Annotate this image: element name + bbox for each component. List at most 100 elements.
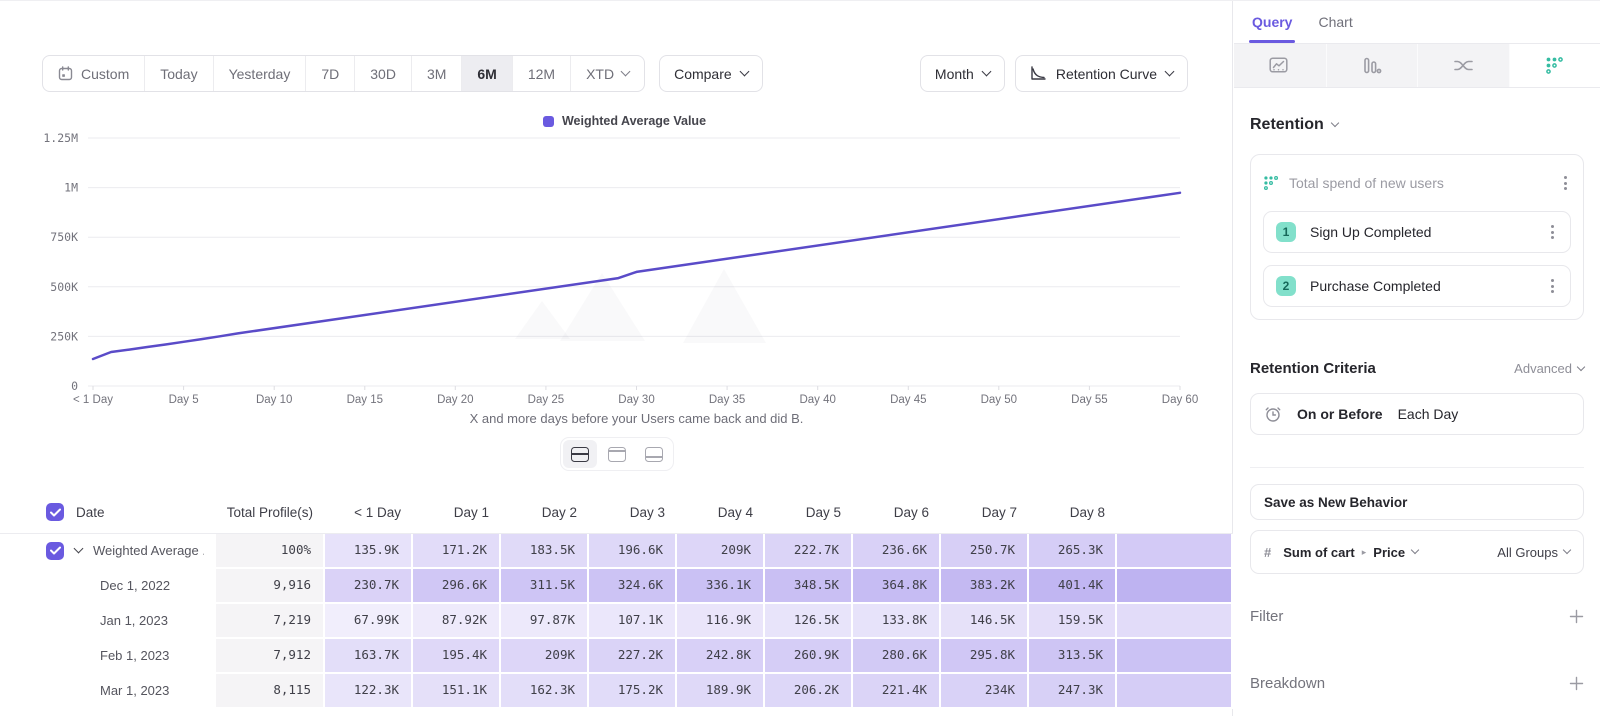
range-today-button[interactable]: Today xyxy=(144,56,212,91)
watermark-triangle xyxy=(683,269,766,343)
calendar-icon xyxy=(58,66,73,81)
add-filter-button[interactable] xyxy=(1569,609,1584,624)
tab-insights[interactable] xyxy=(1234,44,1326,87)
range-3m-button[interactable]: 3M xyxy=(411,56,461,91)
retention-value-cell: 260.9K xyxy=(765,639,853,674)
date-cell: Feb 1, 2023 xyxy=(0,639,216,674)
retention-value-cell: 280.6K xyxy=(853,639,941,674)
tab-funnels[interactable] xyxy=(1326,44,1418,87)
event-step-2[interactable]: 2 Purchase Completed xyxy=(1263,265,1571,307)
y-axis-tick: 750K xyxy=(50,230,78,244)
x-axis-tick: Day 10 xyxy=(256,394,292,406)
date-cell: Dec 1, 2022 xyxy=(0,569,216,604)
tab-query[interactable]: Query xyxy=(1252,1,1292,43)
add-breakdown-button[interactable] xyxy=(1569,676,1584,691)
criteria-window-dropdown[interactable]: Each Day xyxy=(1398,406,1459,422)
retention-value-cell-cut xyxy=(1117,534,1233,569)
tab-retention[interactable] xyxy=(1509,44,1600,87)
all-groups-dropdown[interactable]: All Groups xyxy=(1497,545,1570,560)
funnels-icon xyxy=(1362,57,1382,75)
total-profiles-cell: 8,115 xyxy=(216,674,325,709)
expand-chevron-icon[interactable] xyxy=(74,544,84,554)
step-number-badge: 1 xyxy=(1276,222,1296,242)
tab-flows[interactable] xyxy=(1417,44,1509,87)
range-xtd-button[interactable]: XTD xyxy=(570,56,644,91)
retention-value-cell: 97.87K xyxy=(501,604,589,639)
row-label[interactable]: Feb 1, 2023 xyxy=(100,640,169,672)
kebab-menu-icon[interactable] xyxy=(1547,275,1558,297)
chevron-down-icon xyxy=(1165,67,1175,77)
criteria-condition-dropdown[interactable]: On or Before xyxy=(1297,406,1383,422)
date-cell: Mar 1, 2023 xyxy=(0,674,216,709)
date-cell: Jan 1, 2023 xyxy=(0,604,216,639)
table-view-toggle[interactable] xyxy=(637,440,671,468)
row-label[interactable]: Weighted Average ... xyxy=(93,535,204,567)
chart-legend: Weighted Average Value xyxy=(0,114,1233,128)
save-as-new-behavior-button[interactable]: Save as New Behavior xyxy=(1250,484,1584,520)
range-custom-button[interactable]: Custom xyxy=(43,56,144,91)
granularity-dropdown[interactable]: Month xyxy=(920,55,1005,92)
watermark-triangle xyxy=(515,301,570,339)
chart-controls-toolbar: Month Retention Curve xyxy=(920,55,1188,92)
y-axis-tick: 500K xyxy=(50,280,78,294)
retention-value-cell: 67.99K xyxy=(325,604,413,639)
retention-value-cell: 324.6K xyxy=(589,569,677,604)
x-axis-tick: Day 30 xyxy=(618,394,654,406)
table-row: Dec 1, 20229,916230.7K296.6K311.5K324.6K… xyxy=(0,569,1233,604)
retention-value-cell: 162.3K xyxy=(501,674,589,709)
date-cell: Weighted Average ... xyxy=(0,534,216,569)
chevron-down-icon xyxy=(739,67,749,77)
retention-value-cell: 296.6K xyxy=(413,569,501,604)
retention-criteria-header: Retention Criteria Advanced xyxy=(1250,360,1584,377)
alarm-clock-icon xyxy=(1264,405,1282,423)
y-axis-tick: 250K xyxy=(50,329,78,343)
advanced-dropdown[interactable]: Advanced xyxy=(1514,361,1584,376)
range-yesterday-button[interactable]: Yesterday xyxy=(213,56,306,91)
retention-value-cell: 206.2K xyxy=(765,674,853,709)
compare-button[interactable]: Compare xyxy=(659,55,763,92)
retention-value-cell-cut xyxy=(1117,604,1233,639)
row-label[interactable]: Dec 1, 2022 xyxy=(100,570,170,602)
chevron-down-icon xyxy=(1411,546,1419,554)
row-checkbox[interactable] xyxy=(46,542,64,560)
retention-value-cell-cut xyxy=(1117,674,1233,709)
chart-view-toggle[interactable] xyxy=(600,440,634,468)
total-profiles-cell: 7,912 xyxy=(216,639,325,674)
range-12m-button[interactable]: 12M xyxy=(512,56,570,91)
table-row: Weighted Average ...100%135.9K171.2K183.… xyxy=(0,534,1233,569)
retention-value-cell: 189.9K xyxy=(677,674,765,709)
select-all-checkbox[interactable] xyxy=(46,503,64,521)
tab-chart[interactable]: Chart xyxy=(1318,1,1352,43)
retention-value-cell: 146.5K xyxy=(941,604,1029,639)
event-step-1[interactable]: 1 Sign Up Completed xyxy=(1263,211,1571,253)
retention-value-cell: 227.2K xyxy=(589,639,677,674)
kebab-menu-icon[interactable] xyxy=(1547,221,1558,243)
range-6m-button[interactable]: 6M xyxy=(461,56,511,91)
range-30d-button[interactable]: 30D xyxy=(354,56,411,91)
column-header: Day 3 xyxy=(589,505,677,520)
split-view-toggle[interactable] xyxy=(563,440,597,468)
measure-property-dropdown[interactable]: Sum of cart xyxy=(1283,545,1355,560)
range-7d-button[interactable]: 7D xyxy=(305,56,354,91)
retention-value-cell: 250.7K xyxy=(941,534,1029,569)
retention-value-cell: 209K xyxy=(677,534,765,569)
retention-value-cell: 222.7K xyxy=(765,534,853,569)
measure-subproperty-dropdown[interactable]: Price xyxy=(1373,545,1405,560)
retention-value-cell: 230.7K xyxy=(325,569,413,604)
row-label[interactable]: Jan 1, 2023 xyxy=(100,605,168,637)
retention-value-cell: 242.8K xyxy=(677,639,765,674)
criteria-card: On or Before Each Day xyxy=(1250,393,1584,435)
retention-value-cell: 159.5K xyxy=(1029,604,1117,639)
kebab-menu-icon[interactable] xyxy=(1560,172,1571,194)
retention-section-dropdown[interactable]: Retention xyxy=(1250,116,1584,134)
total-profiles-cell: 7,219 xyxy=(216,604,325,639)
chart-type-dropdown[interactable]: Retention Curve xyxy=(1015,55,1188,92)
legend-label: Weighted Average Value xyxy=(562,114,706,128)
x-axis-caption: X and more days before your Users came b… xyxy=(470,411,804,426)
y-axis-tick: 0 xyxy=(71,379,78,393)
behavior-card: Total spend of new users 1 Sign Up Compl… xyxy=(1250,154,1584,320)
breakdown-section: Breakdown xyxy=(1250,675,1584,692)
x-axis-tick: Day 40 xyxy=(799,394,835,406)
row-label[interactable]: Mar 1, 2023 xyxy=(100,675,169,707)
column-header: Day 2 xyxy=(501,505,589,520)
